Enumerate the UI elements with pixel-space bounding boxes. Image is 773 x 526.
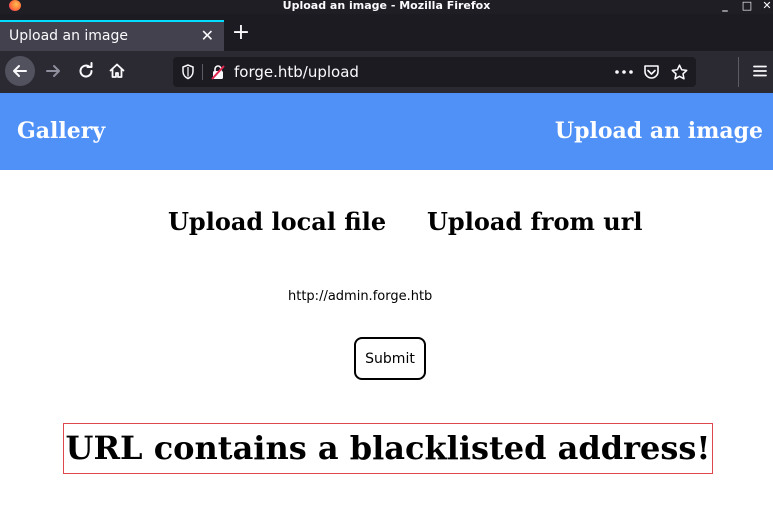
new-tab-button[interactable]: + bbox=[230, 22, 252, 46]
close-tab-icon[interactable]: ✕ bbox=[201, 27, 214, 45]
error-message: URL contains a blacklisted address! bbox=[65, 429, 711, 467]
hamburger-menu-icon bbox=[753, 65, 767, 77]
close-window-button[interactable]: ✕ bbox=[760, 0, 773, 12]
back-arrow-icon bbox=[13, 65, 27, 77]
pocket-icon[interactable] bbox=[643, 64, 660, 80]
address-bar[interactable]: forge.htb/upload bbox=[173, 57, 696, 87]
tab-title: Upload an image bbox=[9, 28, 129, 44]
menu-button[interactable] bbox=[745, 56, 773, 86]
home-button[interactable] bbox=[102, 56, 132, 86]
forward-arrow-icon bbox=[46, 65, 60, 77]
maximize-button[interactable]: □ bbox=[740, 0, 754, 12]
nav-link-upload[interactable]: Upload an image bbox=[555, 118, 763, 144]
toolbar-separator bbox=[738, 57, 739, 87]
more-actions-icon[interactable] bbox=[615, 70, 633, 74]
minimize-button[interactable]: _ bbox=[718, 0, 732, 12]
reload-button[interactable] bbox=[71, 56, 101, 86]
insecure-lock-icon[interactable] bbox=[210, 64, 226, 80]
back-button[interactable] bbox=[5, 56, 35, 86]
url-input[interactable] bbox=[282, 286, 498, 308]
shield-icon[interactable] bbox=[181, 64, 195, 80]
urlbar-separator bbox=[202, 64, 203, 80]
navigation-bar: forge.htb/upload bbox=[0, 51, 773, 93]
bookmark-star-icon[interactable] bbox=[671, 64, 688, 80]
tab-upload-an-image[interactable]: Upload an image ✕ bbox=[0, 20, 224, 51]
browser-window: Upload an image - Mozilla Firefox _ □ ✕ … bbox=[0, 0, 773, 526]
home-icon bbox=[109, 63, 125, 78]
forward-button[interactable] bbox=[38, 56, 68, 86]
reload-icon bbox=[79, 62, 93, 78]
error-message-box: URL contains a blacklisted address! bbox=[63, 423, 713, 474]
submit-button[interactable]: Submit bbox=[354, 337, 426, 380]
page-content: Gallery Upload an image Upload local fil… bbox=[0, 93, 773, 526]
site-header: Gallery Upload an image bbox=[0, 93, 773, 170]
nav-link-gallery[interactable]: Gallery bbox=[17, 118, 105, 144]
window-titlebar: Upload an image - Mozilla Firefox _ □ ✕ bbox=[0, 0, 773, 14]
tab-strip: Upload an image ✕ + bbox=[0, 14, 773, 51]
window-title: Upload an image - Mozilla Firefox bbox=[282, 0, 491, 12]
upload-from-url-option[interactable]: Upload from url bbox=[427, 208, 642, 236]
upload-local-file-option[interactable]: Upload local file bbox=[168, 208, 386, 236]
url-text[interactable]: forge.htb/upload bbox=[234, 63, 359, 81]
